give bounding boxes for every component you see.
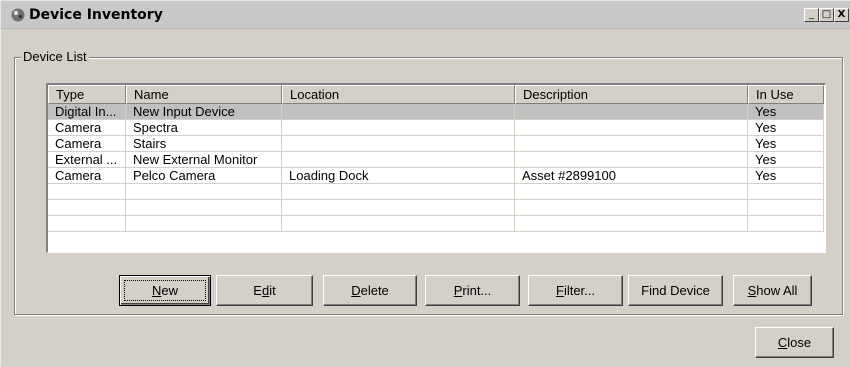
column-header-in-use[interactable]: In Use [748,85,824,104]
cell-location [282,136,515,152]
delete-button[interactable]: Delete [323,275,417,306]
cell-in-use [748,216,824,232]
close-button-mnemonic: C [777,335,788,350]
edit-button-label: it [269,283,276,298]
cell-name [126,184,282,200]
maximize-button[interactable]: □ [819,8,834,22]
cell-description [515,216,748,232]
cell-type [48,216,126,232]
close-button-label: lose [787,335,812,350]
device-list-label: Device List [21,49,89,64]
edit-button-prefix: E [253,283,262,298]
cell-type: Camera [48,120,126,136]
cell-location [282,104,515,120]
table-row-empty[interactable] [48,216,824,232]
device-inventory-window: Device Inventory _ □ X Device List Type … [0,0,850,367]
delete-button-label: elete [360,283,389,298]
cell-name: New External Monitor [126,152,282,168]
find-device-button[interactable]: Find Device [628,275,723,306]
table-row[interactable]: Camera Pelco Camera Loading Dock Asset #… [48,168,824,184]
delete-button-mnemonic: D [351,283,361,298]
cell-description [515,120,748,136]
cell-in-use [748,200,824,216]
focus-rect [124,280,206,301]
table-row[interactable]: Camera Spectra Yes [48,120,824,136]
cell-name [126,216,282,232]
cell-description [515,136,748,152]
cell-location [282,120,515,136]
show-all-button[interactable]: Show All [733,275,812,306]
table-row[interactable]: Digital In... New Input Device Yes [48,104,824,120]
cell-in-use: Yes [748,120,824,136]
cell-location [282,184,515,200]
show-all-button-label: how All [756,283,798,298]
cell-type: Camera [48,168,126,184]
cell-name: New Input Device [126,104,282,120]
print-button-label: rint... [462,283,492,298]
cell-description [515,104,748,120]
cell-type: Camera [48,136,126,152]
cell-type [48,200,126,216]
close-window-button[interactable]: X [834,8,849,22]
close-button[interactable]: Close [755,327,834,358]
cell-location [282,152,515,168]
column-header-location[interactable]: Location [282,85,515,104]
minimize-button[interactable]: _ [804,8,819,22]
filter-button-label: ilter... [563,283,596,298]
show-all-button-mnemonic: S [747,283,757,298]
window-title: Device Inventory [29,7,163,23]
cell-name: Pelco Camera [126,168,282,184]
column-header-description[interactable]: Description [515,85,748,104]
filter-button-mnemonic: F [555,283,564,298]
cell-description [515,152,748,168]
cell-in-use: Yes [748,104,824,120]
edit-button[interactable]: Edit [216,275,313,306]
device-list-table[interactable]: Type Name Location Description In Use Di… [46,83,826,253]
cell-name: Spectra [126,120,282,136]
cell-type: Digital In... [48,104,126,120]
table-row[interactable]: Camera Stairs Yes [48,136,824,152]
table-header: Type Name Location Description In Use [48,85,824,104]
new-button[interactable]: New [119,275,211,306]
cell-location [282,216,515,232]
cell-description [515,200,748,216]
cell-name: Stairs [126,136,282,152]
cell-in-use: Yes [748,136,824,152]
cell-type: External ... [48,152,126,168]
cell-in-use [748,184,824,200]
title-bar[interactable]: Device Inventory _ □ X [1,1,850,29]
cell-description [515,184,748,200]
cell-description: Asset #2899100 [515,168,748,184]
print-button[interactable]: Print... [425,275,520,306]
table-row-empty[interactable] [48,184,824,200]
table-row[interactable]: External ... New External Monitor Yes [48,152,824,168]
table-row-empty[interactable] [48,200,824,216]
column-header-name[interactable]: Name [126,85,282,104]
cell-in-use: Yes [748,152,824,168]
cell-in-use: Yes [748,168,824,184]
cell-type [48,184,126,200]
column-header-type[interactable]: Type [48,85,126,104]
cell-name [126,200,282,216]
filter-button[interactable]: Filter... [528,275,623,306]
app-icon [11,8,25,22]
cell-location [282,200,515,216]
cell-location: Loading Dock [282,168,515,184]
